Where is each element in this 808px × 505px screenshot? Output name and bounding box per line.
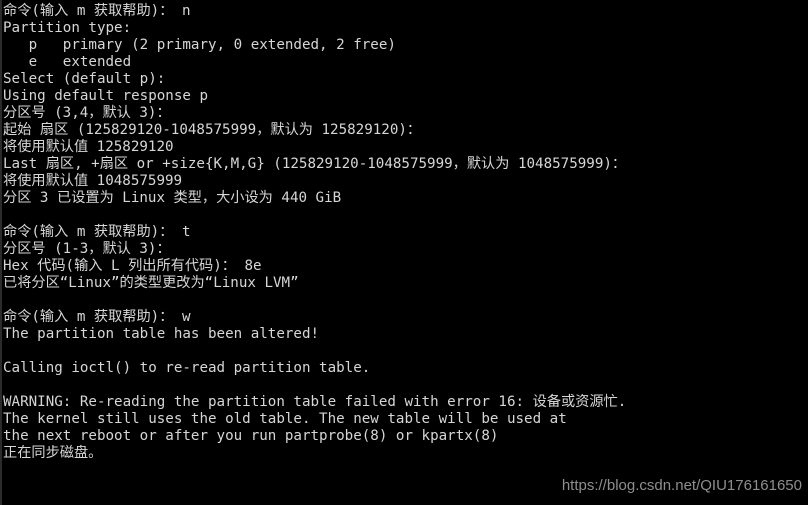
- shell-prompt-line[interactable]: [root@localhost ~]#: [3, 489, 212, 505]
- window-left-border: [0, 0, 2, 505]
- terminal-line: 分区 3 已设置为 Linux 类型，大小设为 440 GiB: [3, 190, 342, 206]
- terminal-line: WARNING: Re-reading the partition table …: [3, 394, 627, 410]
- terminal-line: The kernel still uses the old table. The…: [3, 411, 567, 427]
- terminal-line: the next reboot or after you run partpro…: [3, 428, 499, 444]
- terminal-line: 将使用默认值 1048575999: [3, 173, 183, 189]
- terminal-line: Calling ioctl() to re-read partition tab…: [3, 360, 371, 376]
- terminal-line: 起始 扇区 (125829120-1048575999，默认为 12582912…: [3, 122, 422, 138]
- terminal-line: 分区号 (1-3，默认 3)：: [3, 241, 171, 257]
- terminal-line: 命令(输入 m 获取帮助)： w: [3, 309, 191, 325]
- terminal-line: Select (default p):: [3, 71, 166, 87]
- terminal-line: 命令(输入 m 获取帮助)： n: [3, 3, 191, 19]
- terminal-line: Last 扇区, +扇区 or +size{K,M,G} (125829120-…: [3, 156, 627, 172]
- terminal-line: The partition table has been altered!: [3, 326, 320, 342]
- terminal-line: 已将分区“Linux”的类型更改为“Linux LVM”: [3, 275, 299, 291]
- terminal-line: 命令(输入 m 获取帮助)： t: [3, 224, 191, 240]
- terminal-window[interactable]: 命令(输入 m 获取帮助)： n Partition type: p prima…: [0, 0, 808, 505]
- terminal-line: Partition type:: [3, 20, 132, 36]
- terminal-output: 命令(输入 m 获取帮助)： n Partition type: p prima…: [3, 3, 808, 462]
- terminal-line: 将使用默认值 125829120: [3, 139, 174, 155]
- terminal-line: Hex 代码(输入 L 列出所有代码)： 8e: [3, 258, 262, 274]
- terminal-line: e extended: [3, 54, 132, 70]
- terminal-line: 正在同步磁盘。: [3, 445, 103, 461]
- watermark-url: https://blog.csdn.net/QIU176161650: [561, 477, 802, 494]
- terminal-line: 分区号 (3,4，默认 3)：: [3, 105, 171, 121]
- terminal-line: p primary (2 primary, 0 extended, 2 free…: [3, 37, 396, 53]
- terminal-line: Using default response p: [3, 88, 208, 104]
